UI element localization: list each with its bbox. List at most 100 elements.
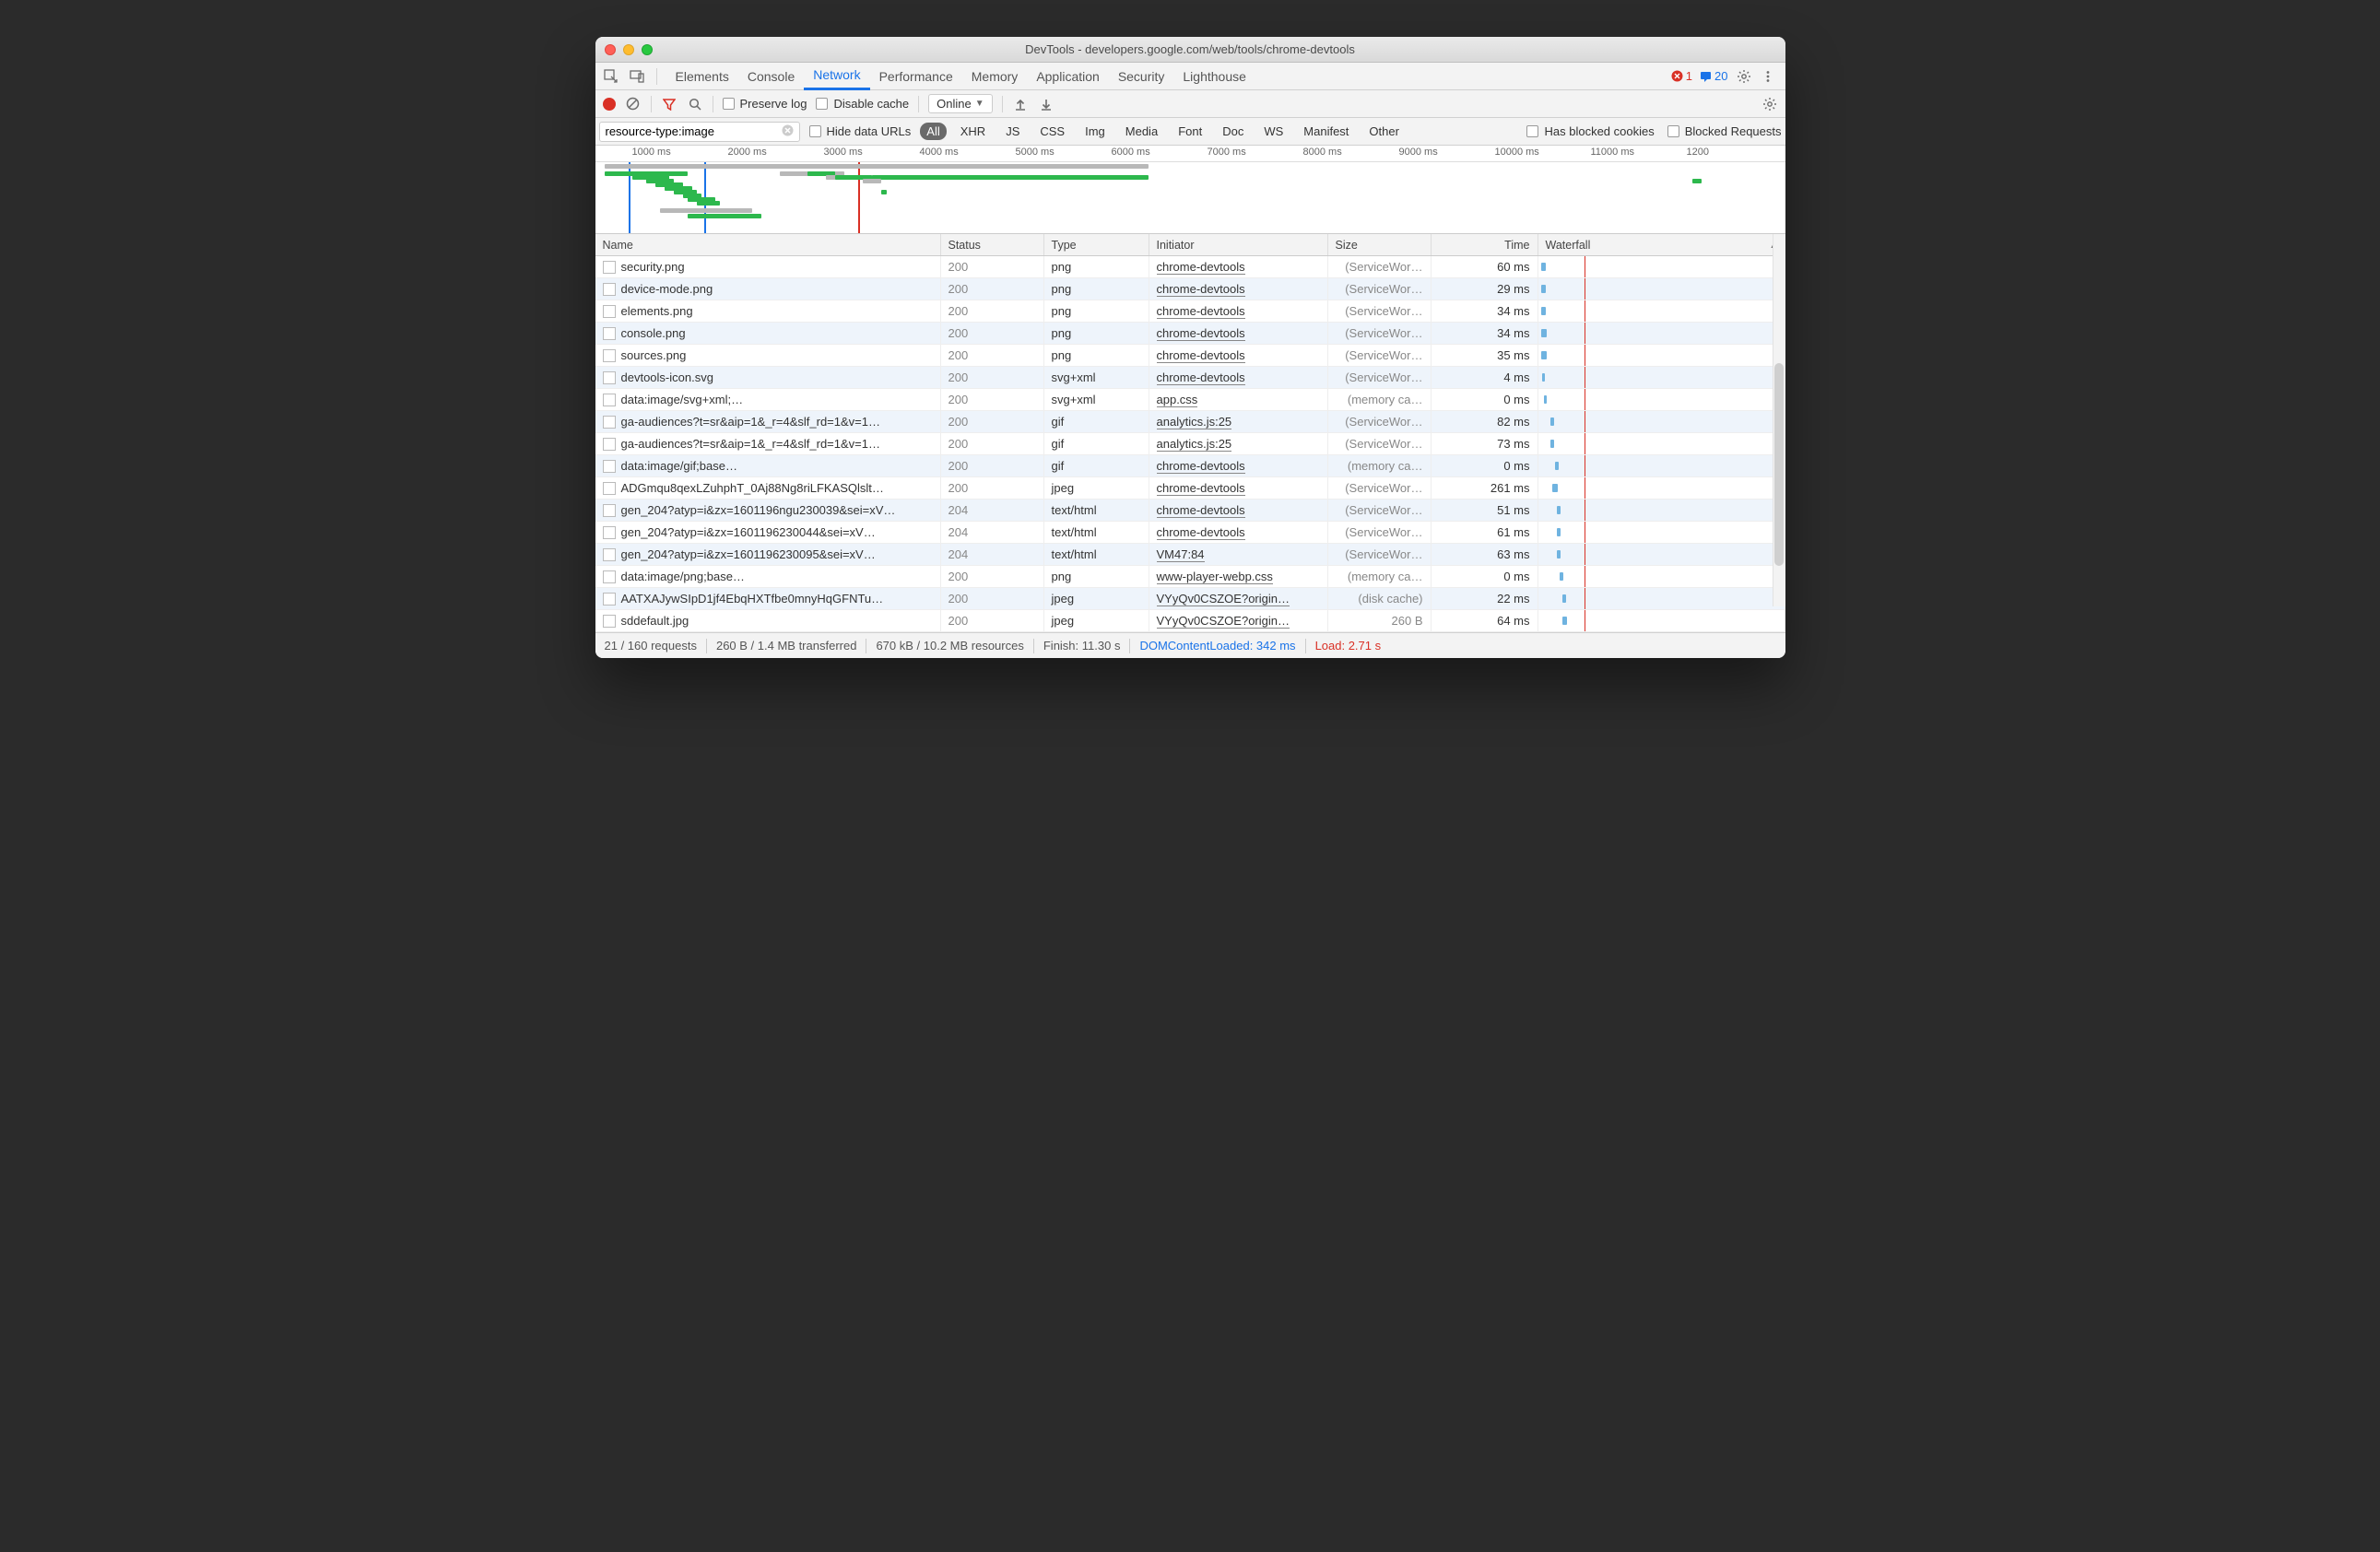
cell-type: text/html — [1044, 500, 1149, 521]
cell-initiator[interactable]: chrome-devtools — [1157, 525, 1245, 540]
table-row[interactable]: ga-audiences?t=sr&aip=1&_r=4&slf_rd=1&v=… — [595, 411, 1785, 433]
cell-initiator[interactable]: chrome-devtools — [1157, 481, 1245, 496]
cell-type: gif — [1044, 433, 1149, 454]
col-name[interactable]: Name — [595, 234, 941, 255]
filter-input[interactable] — [599, 122, 800, 142]
upload-har-icon[interactable] — [1012, 96, 1029, 112]
cell-initiator[interactable]: chrome-devtools — [1157, 370, 1245, 385]
tab-network[interactable]: Network — [804, 63, 869, 90]
tab-performance[interactable]: Performance — [870, 63, 962, 90]
settings-icon[interactable] — [1736, 68, 1752, 85]
cell-initiator[interactable]: VYyQv0CSZOE?origin… — [1157, 592, 1290, 606]
type-other[interactable]: Other — [1362, 123, 1406, 140]
cell-initiator[interactable]: chrome-devtools — [1157, 503, 1245, 518]
col-time[interactable]: Time — [1432, 234, 1538, 255]
tab-memory[interactable]: Memory — [962, 63, 1028, 90]
table-row[interactable]: device-mode.png200pngchrome-devtools(Ser… — [595, 278, 1785, 300]
table-row[interactable]: console.png200pngchrome-devtools(Service… — [595, 323, 1785, 345]
cell-initiator[interactable]: chrome-devtools — [1157, 348, 1245, 363]
table-row[interactable]: ADGmqu8qexLZuhphT_0Aj88Ng8riLFKASQlslt…2… — [595, 477, 1785, 500]
table-row[interactable]: devtools-icon.svg200svg+xmlchrome-devtoo… — [595, 367, 1785, 389]
message-count[interactable]: 20 — [1700, 69, 1727, 83]
cell-name: security.png — [621, 260, 685, 274]
device-mode-icon[interactable] — [627, 66, 647, 87]
more-menu-icon[interactable] — [1760, 68, 1776, 85]
timeline-bar — [688, 214, 761, 218]
table-row[interactable]: sources.png200pngchrome-devtools(Service… — [595, 345, 1785, 367]
type-manifest[interactable]: Manifest — [1297, 123, 1355, 140]
cell-initiator[interactable]: chrome-devtools — [1157, 282, 1245, 297]
throttling-select[interactable]: Online ▼ — [928, 94, 992, 113]
type-ws[interactable]: WS — [1257, 123, 1290, 140]
table-row[interactable]: sddefault.jpg200jpegVYyQv0CSZOE?origin…2… — [595, 610, 1785, 632]
cell-size: (disk cache) — [1328, 588, 1432, 609]
cell-initiator[interactable]: chrome-devtools — [1157, 326, 1245, 341]
cell-initiator[interactable]: VM47:84 — [1157, 547, 1205, 562]
timeline-overview[interactable]: 1000 ms2000 ms3000 ms4000 ms5000 ms6000 … — [595, 146, 1785, 234]
cell-initiator[interactable]: chrome-devtools — [1157, 260, 1245, 275]
table-row[interactable]: gen_204?atyp=i&zx=1601196230044&sei=xV…2… — [595, 522, 1785, 544]
cell-status: 200 — [941, 433, 1044, 454]
clear-filter-icon[interactable] — [782, 124, 794, 139]
cell-waterfall — [1538, 389, 1785, 410]
filter-icon[interactable] — [661, 96, 677, 112]
table-row[interactable]: elements.png200pngchrome-devtools(Servic… — [595, 300, 1785, 323]
close-button[interactable] — [605, 44, 616, 55]
record-button[interactable] — [603, 98, 616, 111]
search-icon[interactable] — [687, 96, 703, 112]
type-css[interactable]: CSS — [1033, 123, 1071, 140]
cell-initiator[interactable]: chrome-devtools — [1157, 459, 1245, 474]
filter-text[interactable] — [606, 124, 782, 138]
scrollbar[interactable] — [1773, 234, 1785, 606]
blocked-requests-checkbox[interactable]: Blocked Requests — [1667, 124, 1782, 138]
table-row[interactable]: AATXAJywSIpD1jf4EbqHXTfbe0mnyHqGFNTu…200… — [595, 588, 1785, 610]
col-type[interactable]: Type — [1044, 234, 1149, 255]
table-row[interactable]: data:image/gif;base…200gifchrome-devtool… — [595, 455, 1785, 477]
table-row[interactable]: ga-audiences?t=sr&aip=1&_r=4&slf_rd=1&v=… — [595, 433, 1785, 455]
type-all[interactable]: All — [920, 123, 946, 140]
cell-waterfall — [1538, 588, 1785, 609]
preserve-log-checkbox[interactable]: Preserve log — [723, 97, 807, 111]
tab-security[interactable]: Security — [1109, 63, 1174, 90]
table-row[interactable]: data:image/svg+xml;…200svg+xmlapp.css(me… — [595, 389, 1785, 411]
col-waterfall[interactable]: Waterfall — [1538, 234, 1785, 255]
cell-name: ADGmqu8qexLZuhphT_0Aj88Ng8riLFKASQlslt… — [621, 481, 884, 495]
cell-initiator[interactable]: www-player-webp.css — [1157, 570, 1273, 584]
cell-initiator[interactable]: chrome-devtools — [1157, 304, 1245, 319]
type-doc[interactable]: Doc — [1216, 123, 1250, 140]
cell-initiator[interactable]: app.css — [1157, 393, 1198, 407]
type-js[interactable]: JS — [999, 123, 1026, 140]
col-initiator[interactable]: Initiator — [1149, 234, 1328, 255]
hide-data-urls-checkbox[interactable]: Hide data URLs — [809, 124, 912, 138]
maximize-button[interactable] — [642, 44, 653, 55]
cell-initiator[interactable]: analytics.js:25 — [1157, 415, 1232, 429]
clear-icon[interactable] — [625, 96, 642, 112]
cell-initiator[interactable]: analytics.js:25 — [1157, 437, 1232, 452]
tab-elements[interactable]: Elements — [666, 63, 738, 90]
type-font[interactable]: Font — [1172, 123, 1208, 140]
tab-console[interactable]: Console — [738, 63, 804, 90]
download-har-icon[interactable] — [1038, 96, 1055, 112]
minimize-button[interactable] — [623, 44, 634, 55]
error-count[interactable]: 1 — [1671, 69, 1692, 83]
table-row[interactable]: security.png200pngchrome-devtools(Servic… — [595, 256, 1785, 278]
cell-initiator[interactable]: VYyQv0CSZOE?origin… — [1157, 614, 1290, 629]
cell-name: gen_204?atyp=i&zx=1601196230095&sei=xV… — [621, 547, 876, 561]
col-size[interactable]: Size — [1328, 234, 1432, 255]
type-img[interactable]: Img — [1078, 123, 1112, 140]
cell-type: text/html — [1044, 544, 1149, 565]
cell-waterfall — [1538, 278, 1785, 300]
disable-cache-checkbox[interactable]: Disable cache — [816, 97, 909, 111]
has-blocked-cookies-checkbox[interactable]: Has blocked cookies — [1526, 124, 1654, 138]
col-status[interactable]: Status — [941, 234, 1044, 255]
inspect-element-icon[interactable] — [601, 66, 621, 87]
cell-type: svg+xml — [1044, 367, 1149, 388]
table-row[interactable]: gen_204?atyp=i&zx=1601196ngu230039&sei=x… — [595, 500, 1785, 522]
tab-lighthouse[interactable]: Lighthouse — [1173, 63, 1255, 90]
table-row[interactable]: data:image/png;base…200pngwww-player-web… — [595, 566, 1785, 588]
type-media[interactable]: Media — [1119, 123, 1164, 140]
tab-application[interactable]: Application — [1027, 63, 1109, 90]
type-xhr[interactable]: XHR — [954, 123, 992, 140]
table-row[interactable]: gen_204?atyp=i&zx=1601196230095&sei=xV…2… — [595, 544, 1785, 566]
network-settings-icon[interactable] — [1761, 96, 1778, 112]
